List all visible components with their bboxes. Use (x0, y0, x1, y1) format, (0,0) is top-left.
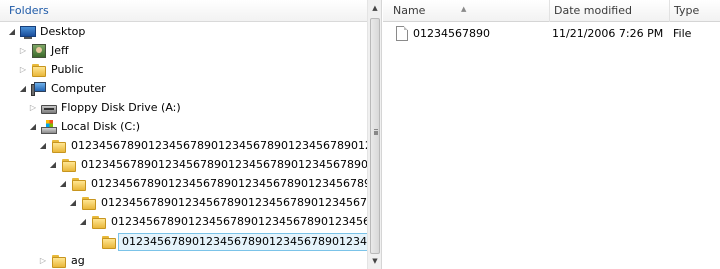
tree-item-label: ag (71, 254, 85, 267)
tree-item-label: 0123456789012345678901234567890123456789… (91, 177, 381, 190)
column-header-name-label: Name (393, 4, 426, 17)
disk-icon (41, 119, 57, 135)
expanded-arrow-icon[interactable]: ◢ (58, 178, 68, 190)
folder-tree-pane: Folders ◢ Desktop ▷ Jeff ▷ Public ◢ Computer ▷ Fl… (0, 0, 382, 269)
file-list-pane: Name ▲ Date modified Type 01234567890 11… (383, 0, 720, 269)
tree-item-local-disk-c[interactable]: ◢ Local Disk (C:) (28, 117, 140, 136)
tree-item-folder-level-1[interactable]: ◢ 012345678901234567890123456789012345678… (38, 136, 381, 155)
tree-item-label: 0123456789012345678901234567890123456789… (81, 158, 382, 171)
tree-vertical-scrollbar[interactable]: ▲ ▼ (367, 0, 381, 269)
tree-item-label: 0123456789012345678901234567890123456789… (101, 196, 381, 209)
scroll-thumb[interactable] (370, 18, 380, 254)
tree-item-floppy-disk-drive[interactable]: ▷ Floppy Disk Drive (A:) (28, 98, 181, 117)
file-icon (396, 26, 408, 41)
column-header-date-label: Date modified (554, 4, 632, 17)
folder-icon (31, 62, 47, 78)
tree-item-label: 0123456789012345678901234567890123456789… (71, 139, 381, 152)
computer-icon (31, 81, 47, 97)
scroll-up-icon[interactable]: ▲ (370, 3, 380, 13)
expanded-arrow-icon[interactable]: ◢ (7, 26, 17, 38)
tree-item-computer[interactable]: ◢ Computer (18, 79, 106, 98)
tree-item-label: Computer (51, 82, 106, 95)
folder-icon (81, 195, 97, 211)
tree-item-folder-level-3[interactable]: ◢ 012345678901234567890123456789012345678… (58, 174, 381, 193)
expanded-arrow-icon[interactable]: ◢ (38, 140, 48, 152)
tree-item-folder-level-5[interactable]: ◢ 012345678901234567890123456789012345678… (78, 212, 381, 231)
expanded-arrow-icon[interactable]: ◢ (78, 216, 88, 228)
tree-item-label: Jeff (51, 44, 69, 57)
tree-item-label: Public (51, 63, 84, 76)
file-row[interactable]: 01234567890 11/21/2006 7:26 PM File (383, 24, 720, 43)
collapsed-arrow-icon[interactable]: ▷ (38, 255, 48, 267)
column-header-date-modified[interactable]: Date modified (550, 0, 670, 22)
folder-icon (91, 214, 107, 230)
tree-item-folder-level-6[interactable]: 0123456789012345678901234567890123456789… (88, 232, 381, 251)
folder-icon (51, 138, 67, 154)
folders-header[interactable]: Folders (0, 0, 367, 22)
collapsed-arrow-icon[interactable]: ▷ (18, 45, 28, 57)
scroll-down-icon[interactable]: ▼ (370, 256, 380, 266)
folder-icon (71, 176, 87, 192)
tree-item-desktop[interactable]: ◢ Desktop (7, 22, 85, 41)
tree-item-public[interactable]: ▷ Public (18, 60, 84, 79)
file-name: 01234567890 (413, 27, 490, 40)
file-type: File (673, 27, 692, 40)
tree-item-label: 0123456789012345678901234567890123456789… (118, 232, 381, 251)
tree-item-label: Desktop (40, 25, 86, 38)
expanded-arrow-icon[interactable]: ◢ (68, 197, 78, 209)
tree-item-ag[interactable]: ▷ ag (38, 251, 85, 269)
desktop-icon (20, 24, 36, 40)
floppy-icon (41, 100, 57, 116)
tree-item-folder-level-2[interactable]: ◢ 012345678901234567890123456789012345678… (48, 155, 382, 174)
tree-item-folder-level-4[interactable]: ◢ 012345678901234567890123456789012345678… (68, 193, 381, 212)
collapsed-arrow-icon[interactable]: ▷ (18, 64, 28, 76)
tree-item-label: Local Disk (C:) (61, 120, 141, 133)
column-header-row: Name ▲ Date modified Type (383, 0, 720, 22)
folder-icon (101, 234, 117, 250)
column-header-type[interactable]: Type (670, 0, 720, 22)
file-date-modified: 11/21/2006 7:26 PM (552, 27, 664, 40)
user-icon (31, 43, 47, 59)
folders-header-label: Folders (9, 4, 49, 17)
tree-item-jeff[interactable]: ▷ Jeff (18, 41, 69, 60)
column-header-type-label: Type (674, 4, 700, 17)
expanded-arrow-icon[interactable]: ◢ (48, 159, 58, 171)
expanded-arrow-icon[interactable]: ◢ (18, 83, 28, 95)
collapsed-arrow-icon[interactable]: ▷ (28, 102, 38, 114)
tree-item-label: 0123456789012345678901234567890123456789… (111, 215, 381, 228)
expanded-arrow-icon[interactable]: ◢ (28, 121, 38, 133)
folder-icon (51, 253, 67, 269)
column-header-name[interactable]: Name ▲ (383, 0, 550, 22)
tree-item-label: Floppy Disk Drive (A:) (61, 101, 181, 114)
folder-icon (61, 157, 77, 173)
sort-ascending-icon: ▲ (461, 5, 467, 13)
